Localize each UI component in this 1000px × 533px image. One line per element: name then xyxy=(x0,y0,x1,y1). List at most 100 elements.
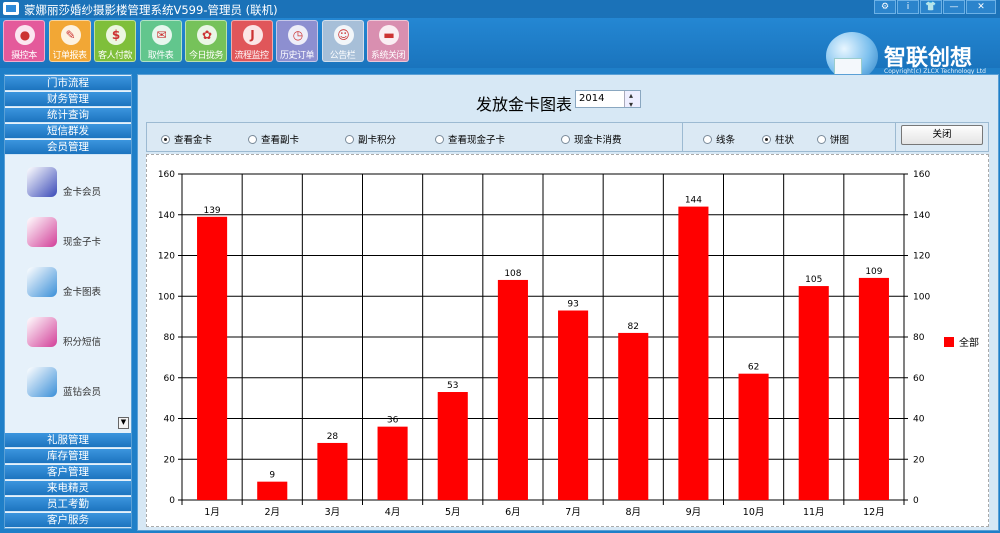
sidebar-group[interactable]: 会员管理 xyxy=(5,140,131,155)
x-tick-label: 1月 xyxy=(204,507,220,518)
minimize-button[interactable]: — xyxy=(943,0,965,14)
toolbar-button-4[interactable]: ✉ 取件表 xyxy=(139,20,182,62)
year-spinner[interactable]: 2014 xyxy=(575,88,641,113)
sidebar-group[interactable]: 财务管理 xyxy=(5,92,131,107)
settings-icon[interactable]: ⚙ xyxy=(874,0,896,14)
order-icon: ✎ xyxy=(60,25,81,45)
divider xyxy=(682,123,683,151)
radio-label: 柱状 xyxy=(775,135,795,146)
sidebar-group[interactable]: 库存管理 xyxy=(5,449,131,464)
sidebar-group[interactable]: 客户管理 xyxy=(5,465,131,480)
chart-type-radio[interactable]: 线条 xyxy=(703,132,735,146)
sidebar-item[interactable]: 现金子卡 xyxy=(27,217,107,261)
toolbar-button-1[interactable]: ● 摄控本 xyxy=(3,20,45,62)
chart-icon xyxy=(27,267,57,297)
toolbar-button-7[interactable]: ◷ 历史订单 xyxy=(276,20,318,62)
sidebar-item[interactable]: 蓝钻会员 xyxy=(27,367,107,411)
x-tick-label: 10月 xyxy=(743,507,765,518)
y-tick-label-left: 160 xyxy=(158,170,175,180)
toolbar-button-6[interactable]: J 流程监控 xyxy=(230,20,273,62)
view-option-radio[interactable]: 查看金卡 xyxy=(161,132,213,146)
radio-icon xyxy=(762,135,771,144)
radio-icon xyxy=(248,135,257,144)
bar xyxy=(317,442,348,500)
data-label: 93 xyxy=(567,300,578,310)
toolbar-button-label: 系统关闭 xyxy=(370,51,406,61)
sidebar-group[interactable]: 统计查询 xyxy=(5,108,131,123)
x-tick-label: 11月 xyxy=(803,507,825,518)
toolbar-button-label: 流程监控 xyxy=(234,51,269,61)
sidebar-item[interactable]: 金卡图表 xyxy=(27,267,107,311)
view-option-radio[interactable]: 副卡积分 xyxy=(345,132,396,146)
scroll-down-icon[interactable]: ▼ xyxy=(118,417,129,429)
radio-label: 查看金卡 xyxy=(174,135,213,146)
radio-label: 查看副卡 xyxy=(261,135,300,146)
toolbar-button-label: 历史订单 xyxy=(279,51,315,61)
bar xyxy=(497,279,528,500)
options-bar: 查看金卡 查看副卡 副卡积分 查看现金子卡 现金卡消费 线条 柱状 饼图 关闭 xyxy=(146,122,989,152)
payment-icon: $ xyxy=(106,25,126,45)
bar xyxy=(437,392,468,500)
toolbar-button-8[interactable]: ☺ 公告栏 xyxy=(321,20,364,62)
legend-swatch xyxy=(944,337,954,347)
y-tick-label-left: 80 xyxy=(164,333,176,343)
y-tick-label-right: 140 xyxy=(913,211,930,221)
view-option-radio[interactable]: 现金卡消费 xyxy=(561,132,622,146)
bar xyxy=(618,332,649,500)
y-tick-label-right: 20 xyxy=(913,455,925,465)
coins-icon xyxy=(27,317,57,347)
sidebar-group[interactable]: 客户服务 xyxy=(5,513,131,528)
chart-type-radio[interactable]: 柱状 xyxy=(762,132,795,146)
radio-icon xyxy=(161,135,170,144)
close-window-button[interactable]: ✕ xyxy=(966,0,996,14)
sidebar-group[interactable]: 门市流程 xyxy=(5,76,131,91)
chart-type-radio[interactable]: 饼图 xyxy=(817,132,850,146)
toolbar-button-label: 订单报表 xyxy=(52,51,87,61)
toolbar-button-9[interactable]: ▬ 系统关闭 xyxy=(367,20,409,62)
radio-label: 现金卡消费 xyxy=(574,135,622,146)
toolbar-button-label: 摄控本 xyxy=(11,51,37,61)
view-option-radio[interactable]: 查看副卡 xyxy=(248,132,300,146)
page-title: 发放金卡图表 xyxy=(476,95,573,114)
notice-icon: ☺ xyxy=(333,25,354,45)
skin-icon[interactable]: 👕 xyxy=(920,0,942,14)
sidebar-item-label: 蓝钻会员 xyxy=(63,387,102,398)
toolbar-button-label: 取件表 xyxy=(147,51,174,61)
radio-label: 饼图 xyxy=(830,135,850,146)
legend-label: 全部 xyxy=(959,336,979,349)
sidebar-group[interactable]: 员工考勤 xyxy=(5,497,131,512)
toolbar-button-label: 今日拢务 xyxy=(188,51,224,61)
diamond-icon xyxy=(27,367,57,397)
x-tick-label: 2月 xyxy=(264,507,280,518)
bar xyxy=(377,426,408,500)
info-icon[interactable]: i xyxy=(897,0,919,14)
close-button[interactable]: 关闭 xyxy=(901,125,983,145)
y-tick-label-right: 80 xyxy=(913,333,925,343)
y-tick-label-left: 120 xyxy=(158,252,175,262)
y-tick-label-left: 20 xyxy=(164,455,176,465)
sidebar-group[interactable]: 来电精灵 xyxy=(5,481,131,496)
view-option-radio[interactable]: 查看现金子卡 xyxy=(435,132,505,146)
radio-icon xyxy=(817,135,826,144)
toolbar-button-5[interactable]: ✿ 今日拢务 xyxy=(185,20,227,62)
data-label: 108 xyxy=(504,269,521,279)
sidebar-group[interactable]: 短信群发 xyxy=(5,124,131,139)
x-tick-label: 8月 xyxy=(625,507,641,518)
task-icon: ✿ xyxy=(197,25,217,45)
data-label: 105 xyxy=(805,275,822,285)
pickup-icon: ✉ xyxy=(151,25,172,45)
data-label: 53 xyxy=(447,381,458,391)
x-tick-label: 7月 xyxy=(565,507,581,518)
toolbar-button-3[interactable]: $ 客人付款 xyxy=(94,20,136,62)
bar xyxy=(678,206,709,500)
bar-chart: 0 0 20 20 40 40 60 60 80 80 100 100 120 120 140 140 160 1… xyxy=(158,170,979,518)
sidebar-item-label: 金卡会员 xyxy=(63,187,102,198)
data-label: 109 xyxy=(865,267,882,277)
card-icon xyxy=(27,217,57,247)
bar xyxy=(858,277,889,500)
sidebar-item[interactable]: 积分短信 xyxy=(27,317,107,361)
spinner-arrows-icon[interactable] xyxy=(624,88,640,113)
toolbar-button-2[interactable]: ✎ 订单报表 xyxy=(48,20,91,62)
sidebar-group[interactable]: 礼服管理 xyxy=(5,433,131,448)
sidebar-item[interactable]: 金卡会员 xyxy=(27,167,107,211)
